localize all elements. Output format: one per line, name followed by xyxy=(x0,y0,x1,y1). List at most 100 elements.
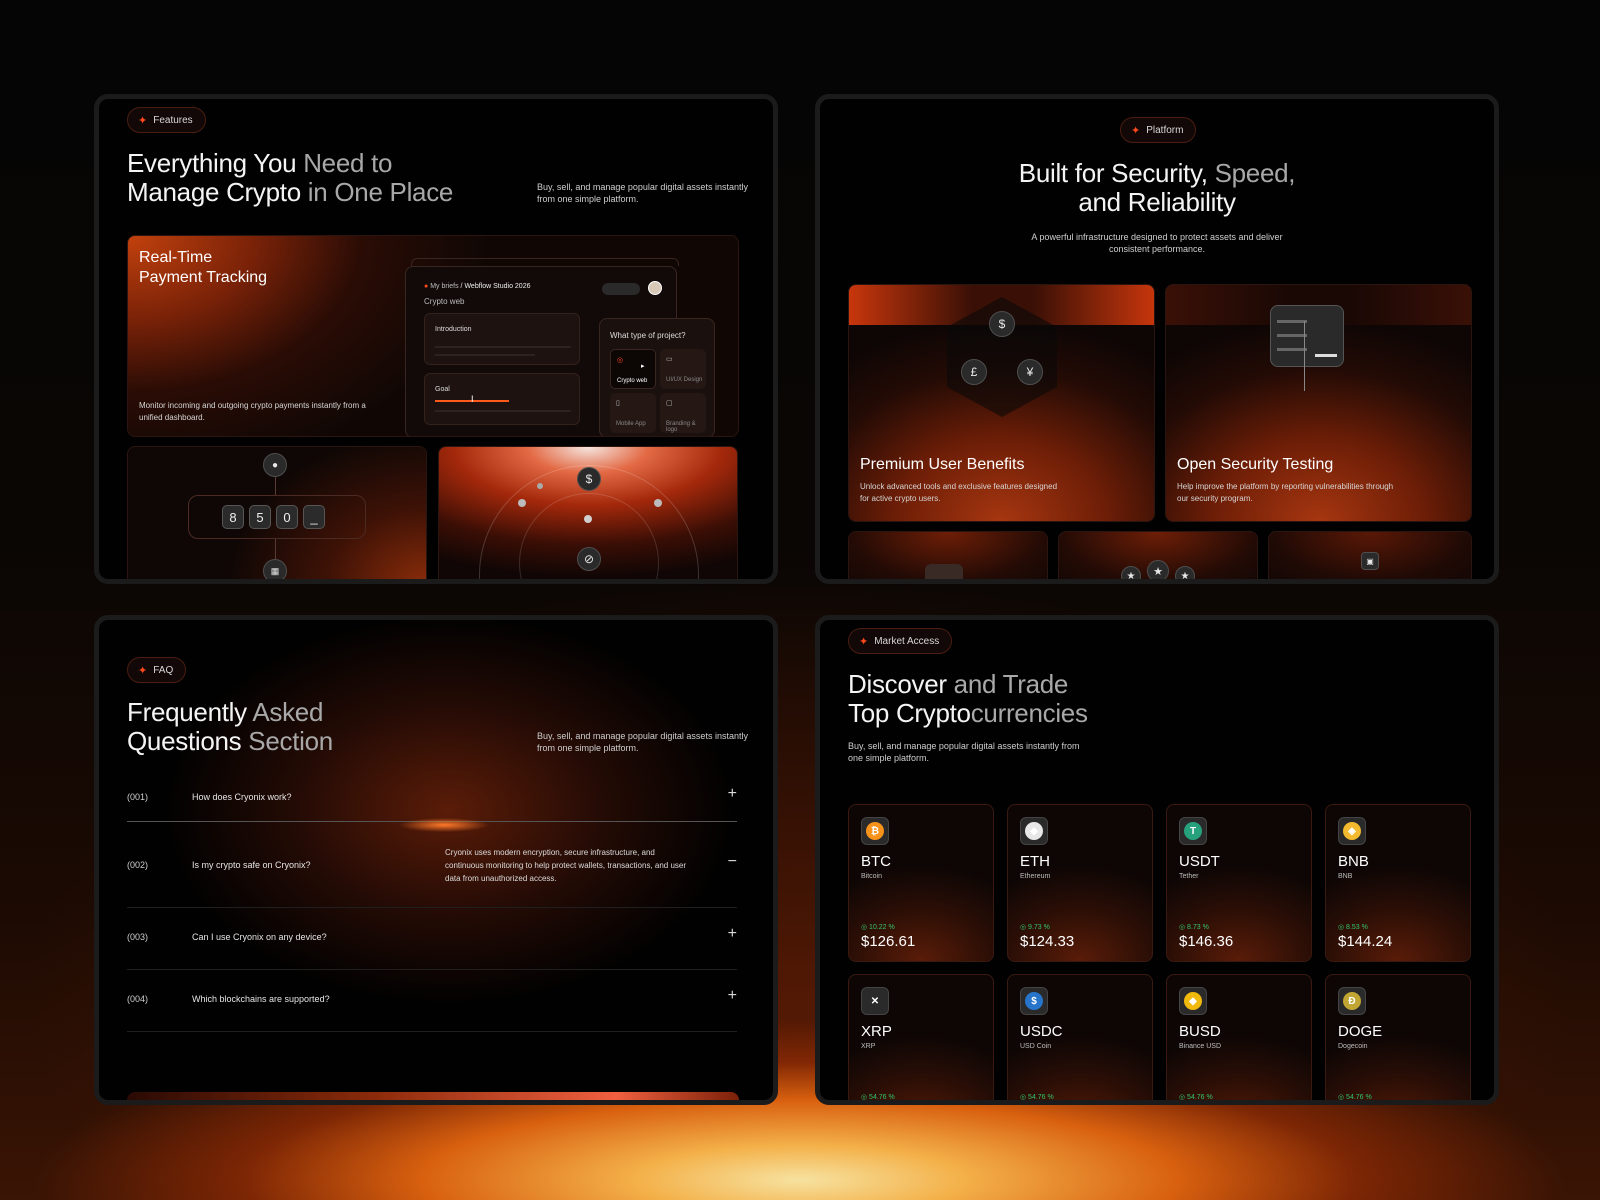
project-type-picker: What type of project? ◎ ▸ Crypto web ▭ UI/… xyxy=(599,318,715,436)
coin-symbol: BNB xyxy=(1338,853,1369,870)
card-title: Open Security Testing xyxy=(1177,456,1334,473)
features-panel: ✦ Features Everything You Need to Manage … xyxy=(94,94,778,584)
coin-symbol: ETH xyxy=(1020,853,1050,870)
usdc-coin-icon: $ xyxy=(1020,987,1048,1015)
minus-icon[interactable]: − xyxy=(728,853,737,871)
coin-name: Binance USD xyxy=(1179,1043,1222,1050)
card-title: Real-Time Payment Tracking xyxy=(139,249,268,286)
pin-digit: 0 xyxy=(276,505,298,529)
bnb-coin-icon: ◈ xyxy=(1338,817,1366,845)
faq-badge: ✦ FAQ xyxy=(127,657,187,683)
usdt-coin-icon: T xyxy=(1179,817,1207,845)
coin-price: $146.36 xyxy=(1179,933,1234,950)
option-branding[interactable]: ▢ Branding & logo xyxy=(660,393,706,433)
star-icon: ★ xyxy=(1121,566,1141,579)
bot-card-small[interactable]: ▣ xyxy=(1268,531,1472,579)
coin-card-btc[interactable]: ₿ BTC Bitcoin ◎ 10.22 % $126.61 xyxy=(848,804,994,962)
introduction-field[interactable]: Introduction xyxy=(424,313,580,365)
dollar-orbit-card[interactable]: $ ⊘ xyxy=(438,446,738,579)
coin-card-doge[interactable]: Ð DOGE Dogecoin ◎ 54.76 % xyxy=(1325,974,1471,1101)
xrp-coin-icon: ✕ xyxy=(861,987,889,1015)
faq-answer: Cryonix uses modern encryption, secure i… xyxy=(445,848,687,883)
avatar[interactable] xyxy=(648,281,662,295)
premium-benefits-card[interactable]: $ £ ¥ Premium User Benefits Unlock advan… xyxy=(848,284,1155,522)
features-badge: ✦ Features xyxy=(127,107,206,133)
market-panel: ✦ Market Access Discover and Trade Top Cr… xyxy=(815,615,1499,1105)
coin-change: ◎ 54.76 % xyxy=(861,1094,895,1101)
robot-icon: ▣ xyxy=(1361,552,1379,570)
coin-name: BNB xyxy=(1338,873,1353,880)
option-mobile[interactable]: ▯ Mobile App xyxy=(610,393,656,433)
coin-name: Ethereum xyxy=(1020,873,1051,880)
faq-item-expanded[interactable]: (002) Is my crypto safe on Cryonix? Cryo… xyxy=(127,822,737,908)
pin-digit: 5 xyxy=(249,505,271,529)
star-icon: ★ xyxy=(1147,560,1169,579)
user-icon: ● xyxy=(263,453,287,477)
faq-heading: Frequently Asked Questions Section xyxy=(127,697,333,756)
card-description: Unlock advanced tools and exclusive feat… xyxy=(860,482,1058,503)
payment-tracking-card[interactable]: Real-Time Payment Tracking Monitor incomi… xyxy=(127,235,739,437)
coin-change: ◎ 9.73 % xyxy=(1020,924,1050,931)
spark-icon: ✦ xyxy=(138,114,148,127)
feature-card-small[interactable] xyxy=(848,531,1048,579)
card-description: Help improve the platform by reporting v… xyxy=(1177,482,1394,503)
coin-symbol: DOGE xyxy=(1338,1023,1383,1040)
pin-card[interactable]: ● 8 5 0 _ ▦ xyxy=(127,446,427,579)
busd-coin-icon: ◆ xyxy=(1179,987,1207,1015)
coin-price: $126.61 xyxy=(861,933,916,950)
option-crypto-web[interactable]: ◎ ▸ Crypto web xyxy=(610,349,656,389)
faq-item[interactable]: (003) Can I use Cryonix on any device? + xyxy=(127,908,737,970)
coin-change: ◎ 8.73 % xyxy=(1179,924,1209,931)
market-heading: Discover and Trade Top Cryptocurrencies xyxy=(848,669,1088,728)
coin-name: Bitcoin xyxy=(861,873,883,880)
platform-badge: ✦ Platform xyxy=(1120,117,1197,143)
coin-price: $124.33 xyxy=(1020,933,1075,950)
coin-card-busd[interactable]: ◆ BUSD Binance USD ◎ 54.76 % xyxy=(1166,974,1312,1101)
plus-icon[interactable]: + xyxy=(728,785,737,803)
coin-change: ◎ 54.76 % xyxy=(1338,1094,1372,1101)
coin-card-xrp[interactable]: ✕ XRP XRP ◎ 54.76 % xyxy=(848,974,994,1101)
security-testing-card[interactable]: Open Security Testing Help improve the p… xyxy=(1165,284,1472,522)
rating-card-small[interactable]: ★ ★ ★ xyxy=(1058,531,1258,579)
coin-card-usdt[interactable]: T USDT Tether ◎ 8.73 % $146.36 xyxy=(1166,804,1312,962)
coin-symbol: USDT xyxy=(1179,853,1220,870)
faq-item[interactable]: (001) How does Cryonix work? + xyxy=(127,768,737,822)
star-icon: ★ xyxy=(1175,566,1195,579)
platform-heading: Built for Security, Speed, and Reliabili… xyxy=(1018,158,1296,217)
card-description: Monitor incoming and outgoing crypto pay… xyxy=(139,401,366,422)
coin-card-eth[interactable]: ◆ ETH Ethereum ◎ 9.73 % $124.33 xyxy=(1007,804,1153,962)
pin-digit: 8 xyxy=(222,505,244,529)
dollar-coin-icon: $ xyxy=(989,311,1015,337)
card-title: Premium User Benefits xyxy=(860,456,1025,473)
goal-field[interactable]: Goal I xyxy=(424,373,580,425)
toggle-pill[interactable] xyxy=(602,283,640,295)
coin-change: ◎ 54.76 % xyxy=(1020,1094,1054,1101)
coin-card-usdc[interactable]: $ USDC USD Coin ◎ 54.76 % xyxy=(1007,974,1153,1101)
brief-subtitle: Crypto web xyxy=(424,297,465,306)
link-icon: ⊘ xyxy=(577,547,601,571)
coin-change: ◎ 8.53 % xyxy=(1338,924,1368,931)
features-heading: Everything You Need to Manage Crypto in … xyxy=(127,148,454,207)
coin-change: ◎ 54.76 % xyxy=(1179,1094,1213,1101)
platform-subtitle: A powerful infrastructure designed to pr… xyxy=(1031,232,1283,254)
faq-item[interactable]: (004) Which blockchains are supported? + xyxy=(127,970,737,1032)
spark-icon: ✦ xyxy=(1131,124,1141,137)
plus-icon[interactable]: + xyxy=(728,987,737,1005)
features-subtitle: Buy, sell, and manage popular digital as… xyxy=(537,182,748,204)
coin-symbol: XRP xyxy=(861,1023,892,1040)
coin-price: $144.24 xyxy=(1338,933,1393,950)
coin-name: Tether xyxy=(1179,873,1199,880)
btc-coin-icon: ₿ xyxy=(861,817,889,845)
coin-name: XRP xyxy=(861,1043,876,1050)
spark-icon: ✦ xyxy=(859,635,869,648)
faq-subtitle: Buy, sell, and manage popular digital as… xyxy=(537,731,748,753)
option-uiux[interactable]: ▭ UI/UX Design xyxy=(660,349,706,389)
plus-icon[interactable]: + xyxy=(728,925,737,943)
doge-coin-icon: Ð xyxy=(1338,987,1366,1015)
coin-symbol: BUSD xyxy=(1179,1023,1221,1040)
faq-panel: ✦ FAQ Frequently Asked Questions Section … xyxy=(94,615,778,1105)
coin-symbol: BTC xyxy=(861,853,891,870)
yen-coin-icon: ¥ xyxy=(1017,359,1043,385)
coin-card-bnb[interactable]: ◈ BNB BNB ◎ 8.53 % $144.24 xyxy=(1325,804,1471,962)
folder-icon xyxy=(1270,305,1344,367)
